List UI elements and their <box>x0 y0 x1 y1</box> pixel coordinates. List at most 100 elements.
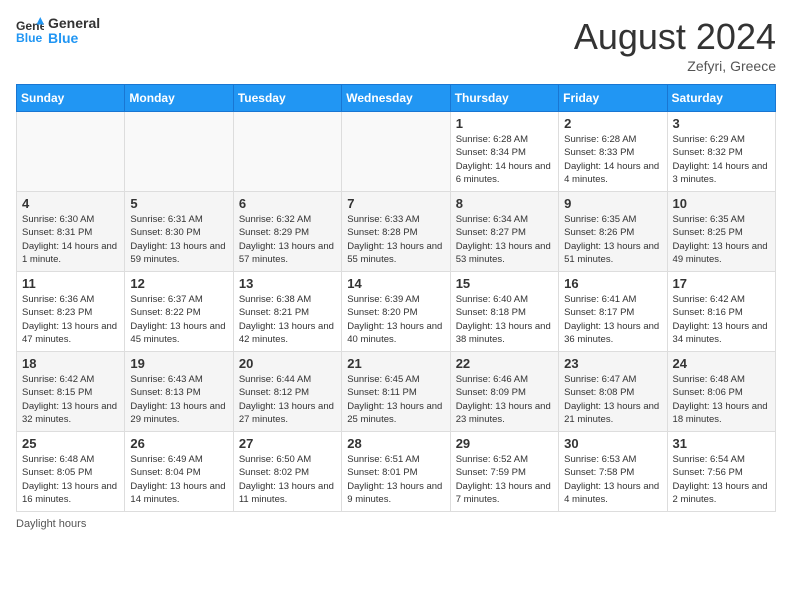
day-info: Sunrise: 6:45 AMSunset: 8:11 PMDaylight:… <box>347 373 444 426</box>
month-year: August 2024 <box>574 16 776 58</box>
calendar-cell: 14 Sunrise: 6:39 AMSunset: 8:20 PMDayligh… <box>342 272 450 352</box>
day-number: 24 <box>673 356 770 371</box>
day-info: Sunrise: 6:54 AMSunset: 7:56 PMDaylight:… <box>673 453 770 506</box>
day-info: Sunrise: 6:31 AMSunset: 8:30 PMDaylight:… <box>130 213 227 266</box>
calendar-cell: 8 Sunrise: 6:34 AMSunset: 8:27 PMDaylight… <box>450 192 558 272</box>
page-header: General Blue General Blue August 2024 Ze… <box>16 16 776 74</box>
day-info: Sunrise: 6:40 AMSunset: 8:18 PMDaylight:… <box>456 293 553 346</box>
logo-blue: Blue <box>48 31 100 46</box>
day-number: 23 <box>564 356 661 371</box>
day-info: Sunrise: 6:48 AMSunset: 8:06 PMDaylight:… <box>673 373 770 426</box>
calendar-cell: 16 Sunrise: 6:41 AMSunset: 8:17 PMDayligh… <box>559 272 667 352</box>
day-info: Sunrise: 6:49 AMSunset: 8:04 PMDaylight:… <box>130 453 227 506</box>
calendar-cell <box>342 112 450 192</box>
week-row: 1 Sunrise: 6:28 AMSunset: 8:34 PMDaylight… <box>17 112 776 192</box>
day-number: 3 <box>673 116 770 131</box>
day-info: Sunrise: 6:36 AMSunset: 8:23 PMDaylight:… <box>22 293 119 346</box>
day-number: 11 <box>22 276 119 291</box>
day-number: 21 <box>347 356 444 371</box>
day-number: 22 <box>456 356 553 371</box>
day-number: 27 <box>239 436 336 451</box>
day-info: Sunrise: 6:38 AMSunset: 8:21 PMDaylight:… <box>239 293 336 346</box>
day-info: Sunrise: 6:29 AMSunset: 8:32 PMDaylight:… <box>673 133 770 186</box>
day-number: 31 <box>673 436 770 451</box>
calendar-cell: 18 Sunrise: 6:42 AMSunset: 8:15 PMDayligh… <box>17 352 125 432</box>
calendar-cell: 13Sunrise: 6:38 AMSunset: 8:21 PMDayligh… <box>233 272 341 352</box>
header-day: Monday <box>125 85 233 112</box>
calendar-cell: 23 Sunrise: 6:47 AMSunset: 8:08 PMDayligh… <box>559 352 667 432</box>
calendar-cell <box>125 112 233 192</box>
day-number: 20 <box>239 356 336 371</box>
header-day: Sunday <box>17 85 125 112</box>
calendar-cell: 24 Sunrise: 6:48 AMSunset: 8:06 PMDayligh… <box>667 352 775 432</box>
calendar-cell: 27 Sunrise: 6:50 AMSunset: 8:02 PMDayligh… <box>233 432 341 512</box>
footer: Daylight hours <box>16 518 776 530</box>
day-number: 14 <box>347 276 444 291</box>
day-info: Sunrise: 6:43 AMSunset: 8:13 PMDaylight:… <box>130 373 227 426</box>
day-number: 9 <box>564 196 661 211</box>
calendar-cell: 11 Sunrise: 6:36 AMSunset: 8:23 PMDayligh… <box>17 272 125 352</box>
day-number: 12 <box>130 276 227 291</box>
week-row: 4 Sunrise: 6:30 AMSunset: 8:31 PMDaylight… <box>17 192 776 272</box>
day-info: Sunrise: 6:34 AMSunset: 8:27 PMDaylight:… <box>456 213 553 266</box>
day-info: Sunrise: 6:35 AMSunset: 8:26 PMDaylight:… <box>564 213 661 266</box>
day-number: 8 <box>456 196 553 211</box>
calendar-table: SundayMondayTuesdayWednesdayThursdayFrid… <box>16 84 776 512</box>
header-day: Tuesday <box>233 85 341 112</box>
day-number: 5 <box>130 196 227 211</box>
calendar-cell: 2 Sunrise: 6:28 AMSunset: 8:33 PMDaylight… <box>559 112 667 192</box>
daylight-label: Daylight hours <box>16 518 86 530</box>
svg-text:Blue: Blue <box>16 32 43 46</box>
day-info: Sunrise: 6:28 AMSunset: 8:33 PMDaylight:… <box>564 133 661 186</box>
day-number: 10 <box>673 196 770 211</box>
day-number: 1 <box>456 116 553 131</box>
day-number: 18 <box>22 356 119 371</box>
calendar-cell: 21 Sunrise: 6:45 AMSunset: 8:11 PMDayligh… <box>342 352 450 432</box>
calendar-cell: 26 Sunrise: 6:49 AMSunset: 8:04 PMDayligh… <box>125 432 233 512</box>
calendar-cell: 30 Sunrise: 6:53 AMSunset: 7:58 PMDayligh… <box>559 432 667 512</box>
calendar-cell: 12 Sunrise: 6:37 AMSunset: 8:22 PMDayligh… <box>125 272 233 352</box>
day-info: Sunrise: 6:44 AMSunset: 8:12 PMDaylight:… <box>239 373 336 426</box>
calendar-cell: 9 Sunrise: 6:35 AMSunset: 8:26 PMDaylight… <box>559 192 667 272</box>
calendar-cell: 10 Sunrise: 6:35 AMSunset: 8:25 PMDayligh… <box>667 192 775 272</box>
day-number: 4 <box>22 196 119 211</box>
title-block: August 2024 Zefyri, Greece <box>574 16 776 74</box>
week-row: 11 Sunrise: 6:36 AMSunset: 8:23 PMDayligh… <box>17 272 776 352</box>
day-info: Sunrise: 6:37 AMSunset: 8:22 PMDaylight:… <box>130 293 227 346</box>
header-day: Friday <box>559 85 667 112</box>
day-info: Sunrise: 6:51 AMSunset: 8:01 PMDaylight:… <box>347 453 444 506</box>
day-info: Sunrise: 6:50 AMSunset: 8:02 PMDaylight:… <box>239 453 336 506</box>
day-info: Sunrise: 6:39 AMSunset: 8:20 PMDaylight:… <box>347 293 444 346</box>
logo: General Blue General Blue <box>16 16 100 47</box>
calendar-cell: 15Sunrise: 6:40 AMSunset: 8:18 PMDayligh… <box>450 272 558 352</box>
calendar-cell: 3 Sunrise: 6:29 AMSunset: 8:32 PMDaylight… <box>667 112 775 192</box>
day-number: 25 <box>22 436 119 451</box>
calendar-cell: 1 Sunrise: 6:28 AMSunset: 8:34 PMDaylight… <box>450 112 558 192</box>
calendar-cell: 22Sunrise: 6:46 AMSunset: 8:09 PMDayligh… <box>450 352 558 432</box>
week-row: 18 Sunrise: 6:42 AMSunset: 8:15 PMDayligh… <box>17 352 776 432</box>
day-info: Sunrise: 6:30 AMSunset: 8:31 PMDaylight:… <box>22 213 119 266</box>
calendar-cell: 7Sunrise: 6:33 AMSunset: 8:28 PMDaylight… <box>342 192 450 272</box>
day-info: Sunrise: 6:52 AMSunset: 7:59 PMDaylight:… <box>456 453 553 506</box>
calendar-cell: 17Sunrise: 6:42 AMSunset: 8:16 PMDayligh… <box>667 272 775 352</box>
day-info: Sunrise: 6:42 AMSunset: 8:15 PMDaylight:… <box>22 373 119 426</box>
day-number: 30 <box>564 436 661 451</box>
day-info: Sunrise: 6:28 AMSunset: 8:34 PMDaylight:… <box>456 133 553 186</box>
day-number: 28 <box>347 436 444 451</box>
day-info: Sunrise: 6:35 AMSunset: 8:25 PMDaylight:… <box>673 213 770 266</box>
day-number: 16 <box>564 276 661 291</box>
day-number: 6 <box>239 196 336 211</box>
day-info: Sunrise: 6:53 AMSunset: 7:58 PMDaylight:… <box>564 453 661 506</box>
day-info: Sunrise: 6:33 AMSunset: 8:28 PMDaylight:… <box>347 213 444 266</box>
day-info: Sunrise: 6:47 AMSunset: 8:08 PMDaylight:… <box>564 373 661 426</box>
calendar-cell: 28 Sunrise: 6:51 AMSunset: 8:01 PMDayligh… <box>342 432 450 512</box>
logo-general: General <box>48 16 100 31</box>
day-info: Sunrise: 6:41 AMSunset: 8:17 PMDaylight:… <box>564 293 661 346</box>
calendar-cell <box>233 112 341 192</box>
week-row: 25 Sunrise: 6:48 AMSunset: 8:05 PMDayligh… <box>17 432 776 512</box>
day-number: 2 <box>564 116 661 131</box>
day-number: 26 <box>130 436 227 451</box>
calendar-cell: 25 Sunrise: 6:48 AMSunset: 8:05 PMDayligh… <box>17 432 125 512</box>
day-number: 19 <box>130 356 227 371</box>
day-info: Sunrise: 6:48 AMSunset: 8:05 PMDaylight:… <box>22 453 119 506</box>
